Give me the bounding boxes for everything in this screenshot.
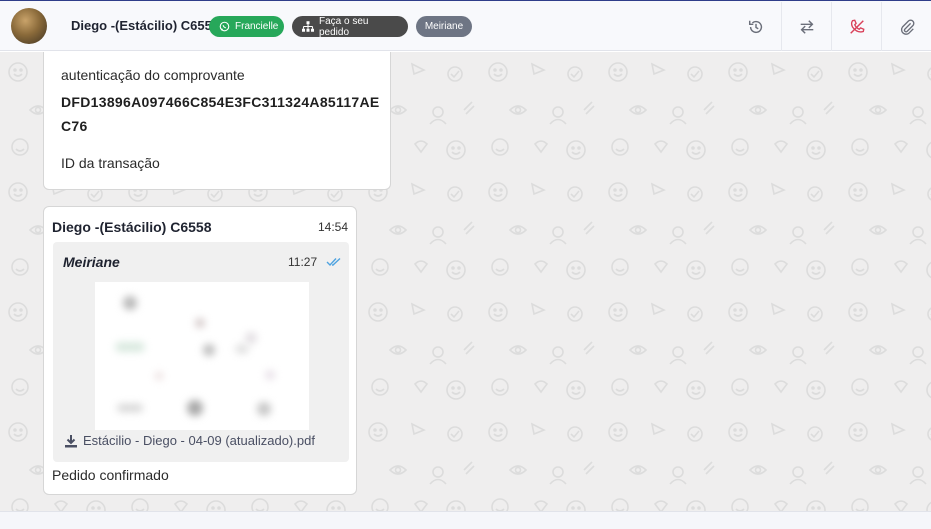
pdf-thumbnail[interactable] [95, 282, 309, 430]
history-button[interactable] [731, 2, 781, 51]
message-text: Pedido confirmado [52, 467, 169, 483]
tag-label: Faça o seu pedido [319, 15, 369, 38]
quoted-sender: Meiriane [63, 254, 120, 270]
end-call-icon [849, 18, 865, 34]
pdf-file-name: Estácilio - Diego - 04-09 (atualizado).p… [83, 433, 315, 448]
transfer-icon [800, 19, 813, 34]
tag-meiriane[interactable]: Meiriane [416, 16, 472, 37]
transaction-code: DFD13896A097466C854E3FC311324A85117AEC76 [61, 94, 380, 134]
download-icon [65, 434, 77, 447]
attach-button[interactable] [881, 2, 931, 51]
contact-avatar[interactable] [11, 8, 47, 44]
tag-francielle[interactable]: Francielle [209, 16, 284, 37]
message-text: autenticação do comprovante [61, 67, 245, 83]
message-bubble-transaction: autenticação do comprovante DFD13896A097… [43, 52, 391, 190]
whatsapp-icon [219, 21, 230, 32]
message-sender: Diego -(Estácilio) C6558 [52, 219, 212, 235]
chat-header: Diego -(Estácilio) C6558 Francielle Faça… [0, 1, 931, 51]
message-bubble-reply: Diego -(Estácilio) C6558 14:54 Meiriane … [43, 206, 357, 495]
message-time: 14:54 [317, 220, 348, 234]
quoted-time: 11:27 [288, 255, 318, 269]
contact-name[interactable]: Diego -(Estácilio) C6558 [71, 18, 219, 33]
attach-icon [900, 19, 914, 35]
composer-bar[interactable] [0, 511, 931, 529]
tag-label: Francielle [235, 21, 279, 32]
end-call-button[interactable] [831, 2, 881, 51]
transfer-button[interactable] [781, 2, 831, 51]
history-icon [748, 20, 763, 33]
message-text: ID da transação [61, 155, 160, 171]
tag-faca-o-seu-pedido[interactable]: Faça o seu pedido [292, 15, 408, 38]
sitemap-icon [302, 21, 314, 32]
tag-label: Meiriane [424, 21, 464, 32]
double-check-icon [326, 257, 341, 267]
pdf-file-link[interactable]: Estácilio - Diego - 04-09 (atualizado).p… [64, 433, 315, 448]
quoted-message[interactable]: Meiriane 11:27 Estácilio - Diego - 04-09 [53, 242, 349, 462]
